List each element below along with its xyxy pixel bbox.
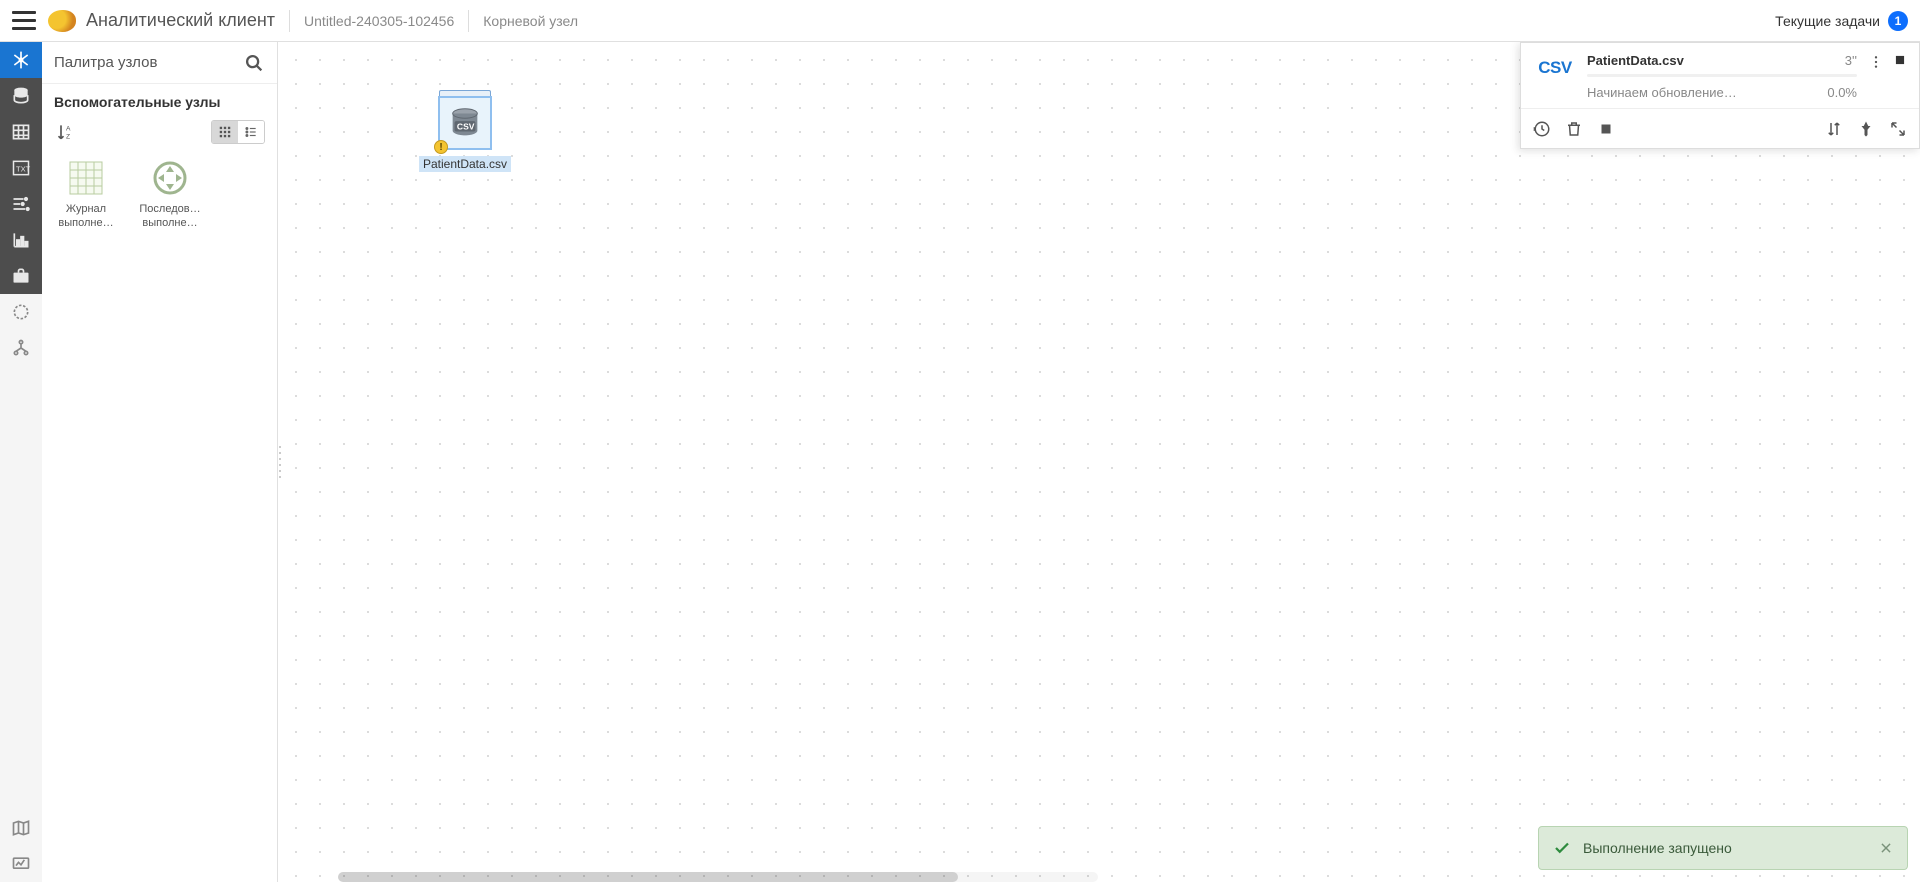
app-title: Аналитический клиент (86, 10, 275, 31)
rail-item-table[interactable] (0, 114, 42, 150)
sort-icon[interactable] (1825, 120, 1843, 138)
svg-text:Z: Z (66, 134, 70, 141)
svg-text:A: A (66, 125, 71, 132)
grid-view-button[interactable] (212, 121, 238, 143)
rail-item-database[interactable] (0, 78, 42, 114)
toast-notification: Выполнение запущено (1538, 826, 1908, 870)
task-menu-button[interactable] (1869, 53, 1883, 74)
history-icon[interactable] (1533, 120, 1551, 138)
rail-item-transform[interactable] (0, 186, 42, 222)
search-icon[interactable] (243, 52, 265, 74)
palette-item-label: Последов…выполне… (139, 202, 200, 231)
divider (289, 10, 290, 32)
rail-item-chart[interactable] (0, 222, 42, 258)
rail-item-cycle[interactable] (0, 294, 42, 330)
list-view-button[interactable] (238, 121, 264, 143)
check-icon (1553, 839, 1571, 857)
app-logo (48, 10, 76, 32)
delete-icon[interactable] (1565, 120, 1583, 138)
task-toolbar (1521, 108, 1919, 148)
tasks-label[interactable]: Текущие задачи (1775, 13, 1880, 29)
rail-item-tree[interactable] (0, 330, 42, 366)
horizontal-scrollbar[interactable] (338, 872, 1098, 882)
expand-icon[interactable] (1889, 120, 1907, 138)
canvas-area[interactable]: CSV ! PatientData.csv CSV PatientData.cs… (278, 42, 1920, 882)
palette-item-sequence[interactable]: Последов…выполне… (134, 158, 206, 231)
task-type-icon: CSV (1535, 55, 1575, 81)
palette-panel: Палитра узлов Вспомогательные узлы AZ Жу… (42, 42, 278, 882)
csv-node[interactable]: CSV ! PatientData.csv (420, 90, 510, 172)
svg-text:TXT: TXT (16, 164, 31, 173)
task-progress-bar (1587, 74, 1857, 77)
node-body[interactable]: CSV ! (438, 96, 492, 150)
left-rail: TXT (0, 42, 42, 882)
divider (468, 10, 469, 32)
rail-item-map[interactable] (0, 810, 42, 846)
task-stop-button[interactable] (1893, 53, 1907, 70)
rail-item-briefcase[interactable] (0, 258, 42, 294)
rail-item-monitor[interactable] (0, 846, 42, 882)
sort-button[interactable]: AZ (54, 120, 78, 144)
breadcrumb[interactable]: Корневой узел (483, 13, 578, 29)
document-title[interactable]: Untitled-240305-102456 (304, 13, 454, 29)
node-label[interactable]: PatientData.csv (419, 156, 511, 172)
svg-text:CSV: CSV (457, 122, 475, 132)
task-status: Начинаем обновление… (1587, 85, 1819, 100)
palette-title: Палитра узлов (54, 54, 243, 71)
warning-badge: ! (434, 140, 448, 154)
view-toggle (211, 120, 265, 144)
tasks-count-badge[interactable]: 1 (1888, 11, 1908, 31)
palette-section-title: Вспомогательные узлы (42, 84, 277, 116)
stop-icon[interactable] (1597, 120, 1615, 138)
toast-text: Выполнение запущено (1583, 840, 1867, 856)
menu-button[interactable] (12, 9, 36, 33)
app-header: Аналитический клиент Untitled-240305-102… (0, 0, 1920, 42)
palette-item-journal[interactable]: Журналвыполне… (50, 158, 122, 231)
task-elapsed-time: 3'' (1845, 53, 1857, 68)
task-percent: 0.0% (1827, 85, 1857, 100)
task-name: PatientData.csv (1587, 53, 1684, 68)
rail-item-text[interactable]: TXT (0, 150, 42, 186)
task-panel: CSV PatientData.csv 3'' Начинаем обновле… (1520, 42, 1920, 149)
pin-icon[interactable] (1857, 120, 1875, 138)
close-icon[interactable] (1879, 841, 1893, 855)
palette-item-label: Журналвыполне… (58, 202, 113, 231)
rail-item-snowflake[interactable] (0, 42, 42, 78)
